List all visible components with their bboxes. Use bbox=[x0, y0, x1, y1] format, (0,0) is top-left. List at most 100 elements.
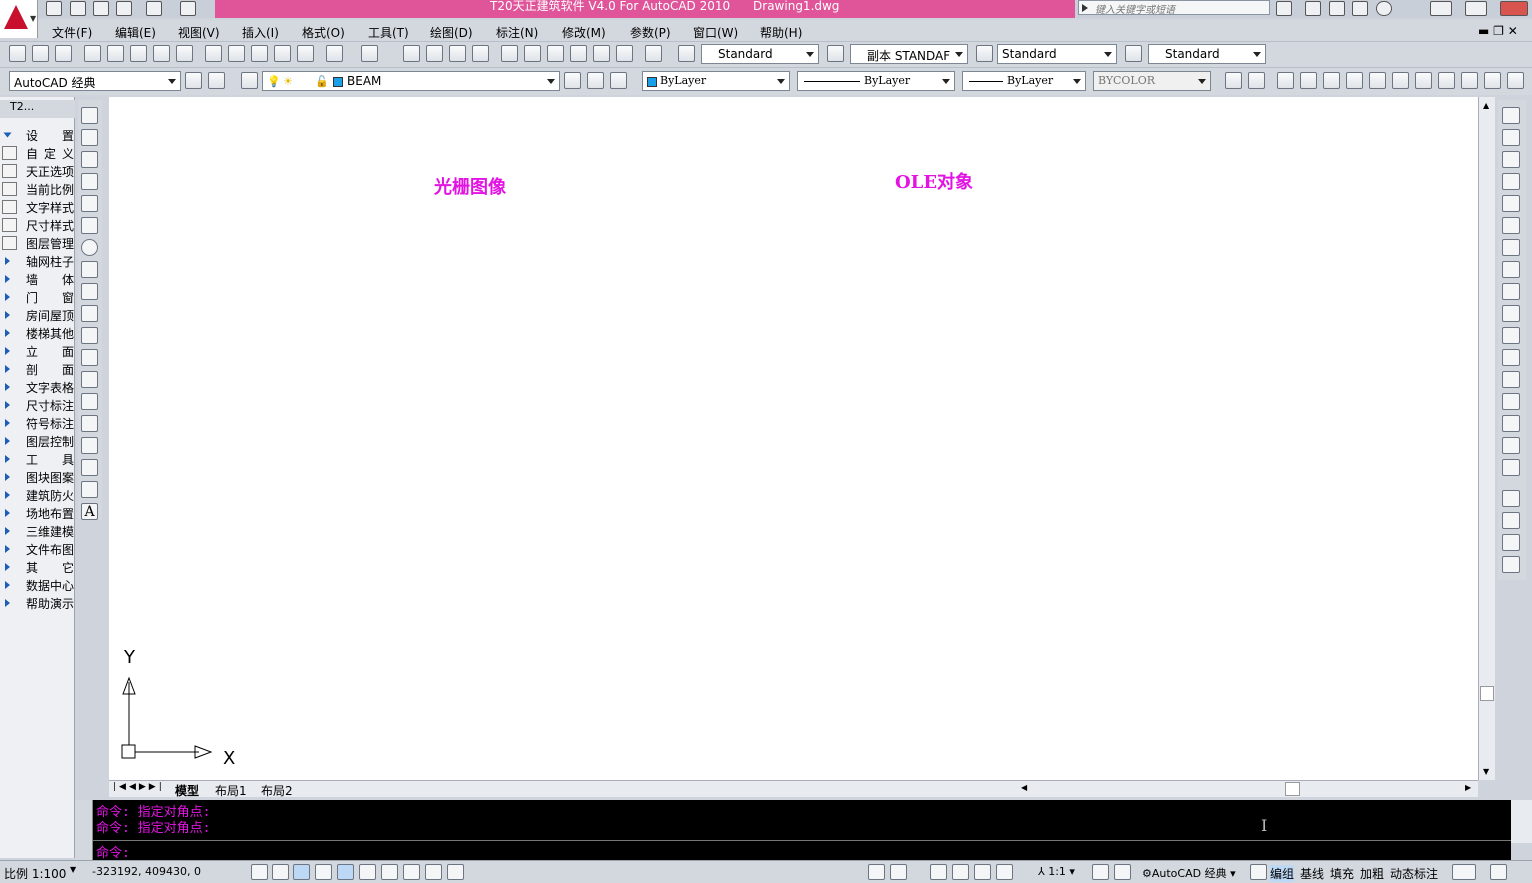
command-scrollbar[interactable] bbox=[1511, 800, 1532, 843]
panel-item[interactable]: 尺寸标注 bbox=[0, 396, 75, 414]
copy-icon[interactable] bbox=[228, 45, 245, 62]
layer-lock-icon[interactable] bbox=[1392, 72, 1409, 89]
annotation-scale[interactable]: ⅄ 1:1 ▾ bbox=[1038, 865, 1075, 878]
tool-palettes-icon[interactable] bbox=[547, 45, 564, 62]
help-icon[interactable] bbox=[645, 45, 662, 62]
make-current-icon[interactable] bbox=[564, 72, 581, 89]
layer-select[interactable]: 💡 ☀ 🔓 BEAM bbox=[262, 71, 560, 91]
communication-icon[interactable] bbox=[1329, 1, 1345, 16]
block-editor-icon[interactable] bbox=[297, 45, 314, 62]
zoom-status-icon[interactable] bbox=[952, 864, 969, 880]
table-style-select[interactable]: Standard bbox=[997, 44, 1117, 64]
favorites-icon[interactable] bbox=[1352, 1, 1368, 16]
lineweight-toggle-icon[interactable] bbox=[447, 864, 464, 880]
point-icon[interactable] bbox=[81, 393, 98, 410]
layer-unlock-icon[interactable] bbox=[1415, 72, 1432, 89]
showmotion-icon[interactable] bbox=[996, 864, 1013, 880]
fillet-icon[interactable] bbox=[1502, 437, 1520, 454]
open-icon[interactable] bbox=[70, 1, 86, 16]
stretch-icon[interactable] bbox=[1502, 283, 1520, 300]
dim-style-icon[interactable] bbox=[827, 45, 844, 62]
chamfer-icon[interactable] bbox=[1502, 415, 1520, 432]
save-icon[interactable] bbox=[93, 1, 109, 16]
break-icon[interactable] bbox=[1502, 371, 1520, 388]
3d-dwf-icon[interactable] bbox=[153, 45, 170, 62]
redo-icon[interactable] bbox=[146, 1, 162, 16]
polar-tracking-icon[interactable] bbox=[337, 864, 354, 880]
panel-item[interactable]: 尺寸样式 bbox=[0, 216, 75, 234]
scroll-right-icon[interactable]: ▶ bbox=[1465, 783, 1471, 792]
menu-help[interactable]: 帮助(H) bbox=[760, 24, 802, 41]
spline-icon[interactable] bbox=[81, 283, 98, 300]
workspace-switch[interactable]: ⚙AutoCAD 经典 ▾ bbox=[1142, 865, 1236, 881]
panel-item[interactable]: 轴网柱子 bbox=[0, 252, 75, 270]
color-select[interactable]: ByLayer bbox=[642, 71, 790, 91]
scroll-thumb[interactable] bbox=[1480, 686, 1494, 701]
preview-icon[interactable] bbox=[107, 45, 124, 62]
panel-item[interactable]: 数据中心 bbox=[0, 576, 75, 594]
model-space-icon[interactable] bbox=[868, 864, 885, 880]
panel-item[interactable]: 门 窗 bbox=[0, 288, 75, 306]
panel-item[interactable]: 帮助演示 bbox=[0, 594, 75, 612]
rectangle-icon[interactable] bbox=[81, 195, 98, 212]
command-window-grip[interactable] bbox=[75, 800, 93, 860]
panel-item[interactable]: 场地布置 bbox=[0, 504, 75, 522]
open-icon[interactable] bbox=[32, 45, 49, 62]
ellipse-icon[interactable] bbox=[81, 305, 98, 322]
scroll-up-icon[interactable]: ▲ bbox=[1483, 101, 1489, 110]
zoom-window-icon[interactable] bbox=[449, 45, 466, 62]
erase-icon[interactable] bbox=[1502, 107, 1520, 124]
layer-translate-icon[interactable] bbox=[1484, 72, 1501, 89]
zoom-realtime-icon[interactable] bbox=[426, 45, 443, 62]
layer-freeze-icon[interactable] bbox=[1346, 72, 1363, 89]
panel-item[interactable]: 图层管理 bbox=[0, 234, 75, 252]
sheet-set-icon[interactable] bbox=[570, 45, 587, 62]
subscription-icon[interactable] bbox=[1305, 1, 1321, 16]
plot-icon[interactable] bbox=[84, 45, 101, 62]
zoom-previous-icon[interactable] bbox=[472, 45, 489, 62]
array-icon[interactable] bbox=[1502, 195, 1520, 212]
panel-item[interactable]: 当前比例 bbox=[0, 180, 75, 198]
help-icon[interactable] bbox=[1376, 1, 1392, 16]
customize-icon[interactable] bbox=[208, 72, 225, 89]
draworder-back-icon[interactable] bbox=[1502, 512, 1520, 529]
offset-icon[interactable] bbox=[1502, 173, 1520, 190]
dynamic-input-icon[interactable] bbox=[425, 864, 442, 880]
break-at-point-icon[interactable] bbox=[1502, 349, 1520, 366]
tab-layout1[interactable]: 布局1 bbox=[215, 782, 247, 799]
panel-item[interactable]: 剖 面 bbox=[0, 360, 75, 378]
horizontal-scrollbar[interactable]: ◀ ▶ bbox=[1009, 780, 1478, 797]
application-menu-button[interactable]: ▼ bbox=[0, 0, 38, 38]
undo-icon[interactable] bbox=[116, 1, 132, 16]
toggle-dynamic-dim[interactable]: 动态标注 bbox=[1390, 865, 1438, 882]
drawing-scale[interactable]: 比例 1:100 bbox=[4, 865, 66, 882]
auto-scale-icon[interactable] bbox=[1114, 864, 1131, 880]
dim-style-select[interactable]: 副本 STANDAF bbox=[850, 44, 968, 64]
mirror-icon[interactable] bbox=[1502, 151, 1520, 168]
layer-manager-icon[interactable] bbox=[241, 72, 258, 89]
gradient-icon[interactable] bbox=[81, 437, 98, 454]
chevron-down-icon[interactable]: ▼ bbox=[70, 865, 76, 874]
panel-item[interactable]: 其 它 bbox=[0, 558, 75, 576]
table-icon[interactable] bbox=[81, 481, 98, 498]
mtext-icon[interactable]: A bbox=[81, 503, 98, 520]
toggle-fill[interactable]: 填充 bbox=[1330, 865, 1354, 882]
doc-window-controls[interactable]: ▬ ❐ ✕ bbox=[1478, 24, 1518, 38]
workspace-settings-icon[interactable] bbox=[185, 72, 202, 89]
layer-thaw-all-icon[interactable] bbox=[1369, 72, 1386, 89]
clean-screen-icon[interactable] bbox=[1490, 864, 1507, 880]
text-style-select[interactable]: Standard bbox=[701, 44, 819, 64]
otrack-icon[interactable] bbox=[381, 864, 398, 880]
vertical-scrollbar[interactable]: ▲ ▼ bbox=[1478, 97, 1495, 780]
line-icon[interactable] bbox=[81, 107, 98, 124]
redo-icon[interactable] bbox=[361, 45, 378, 62]
layer-change-icon[interactable] bbox=[1507, 72, 1524, 89]
object-snap-icon[interactable] bbox=[359, 864, 376, 880]
ellipse-arc-icon[interactable] bbox=[81, 327, 98, 344]
revcloud-icon[interactable] bbox=[81, 261, 98, 278]
scroll-down-icon[interactable]: ▼ bbox=[1483, 767, 1489, 776]
steering-wheel-icon[interactable] bbox=[974, 864, 991, 880]
menu-window[interactable]: 窗口(W) bbox=[693, 24, 738, 41]
search-box[interactable]: 键入关键字或短语 bbox=[1078, 0, 1270, 16]
menu-file[interactable]: 文件(F) bbox=[52, 24, 92, 41]
